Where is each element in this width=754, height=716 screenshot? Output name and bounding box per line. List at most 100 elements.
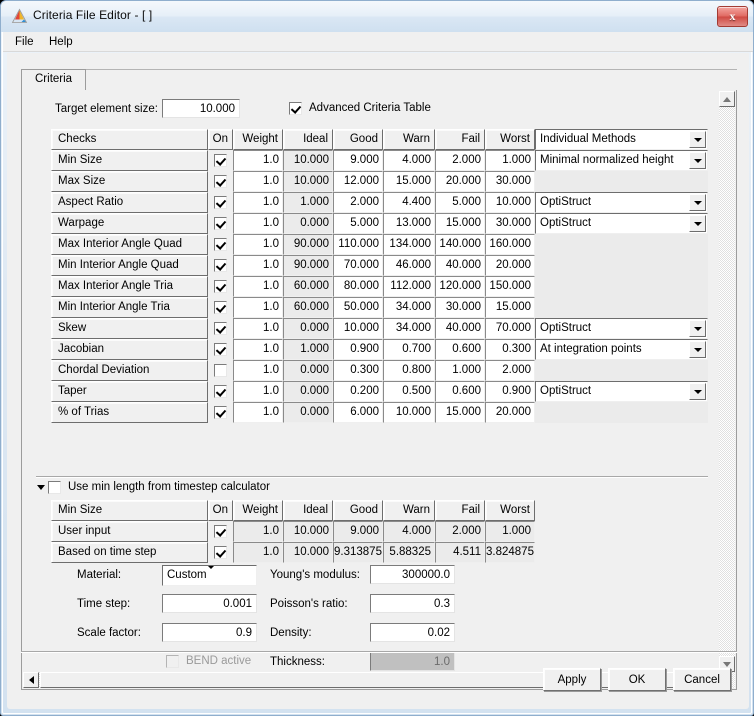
row-label-1[interactable]: Max Size bbox=[51, 171, 208, 192]
row-on-checkbox-12[interactable] bbox=[214, 406, 227, 419]
cell-warn-0[interactable]: 4.000 bbox=[383, 150, 435, 171]
row-method-select-arrow-0[interactable] bbox=[689, 152, 706, 169]
cell-good-9[interactable]: 0.900 bbox=[333, 339, 383, 360]
cell-ideal-8[interactable]: 0.000 bbox=[283, 318, 333, 339]
cell-warn-4[interactable]: 134.000 bbox=[383, 234, 435, 255]
row-method-select-11[interactable]: OptiStruct bbox=[535, 381, 708, 402]
cell-warn-8[interactable]: 34.000 bbox=[383, 318, 435, 339]
ts-column-header-ideal[interactable]: Ideal bbox=[283, 500, 333, 521]
row-method-select-arrow-2[interactable] bbox=[689, 194, 706, 211]
cell-warn-3[interactable]: 13.000 bbox=[383, 213, 435, 234]
cell-ideal-3[interactable]: 0.000 bbox=[283, 213, 333, 234]
cell-ideal-10[interactable]: 0.000 bbox=[283, 360, 333, 381]
row-method-select-arrow-3[interactable] bbox=[689, 215, 706, 232]
column-header-fail[interactable]: Fail bbox=[435, 129, 485, 150]
row-label-4[interactable]: Max Interior Angle Quad bbox=[51, 234, 208, 255]
cell-weight-11[interactable]: 1.0 bbox=[233, 381, 283, 402]
cell-fail-6[interactable]: 120.000 bbox=[435, 276, 485, 297]
row-method-select-8[interactable]: OptiStruct bbox=[535, 318, 708, 339]
column-header-weight[interactable]: Weight bbox=[233, 129, 283, 150]
cell-weight-3[interactable]: 1.0 bbox=[233, 213, 283, 234]
cell-ideal-6[interactable]: 60.000 bbox=[283, 276, 333, 297]
row-label-6[interactable]: Max Interior Angle Tria bbox=[51, 276, 208, 297]
cell-weight-8[interactable]: 1.0 bbox=[233, 318, 283, 339]
row-method-select-arrow-9[interactable] bbox=[689, 341, 706, 358]
cell-ideal-0[interactable]: 10.000 bbox=[283, 150, 333, 171]
cancel-button[interactable]: Cancel bbox=[673, 668, 731, 691]
row-method-select-arrow-11[interactable] bbox=[689, 383, 706, 400]
column-header-good[interactable]: Good bbox=[333, 129, 383, 150]
cell-good-6[interactable]: 80.000 bbox=[333, 276, 383, 297]
column-header-ideal[interactable]: Ideal bbox=[283, 129, 333, 150]
cell-worst-2[interactable]: 10.000 bbox=[485, 192, 535, 213]
material-select-arrow[interactable] bbox=[207, 565, 215, 581]
cell-worst-3[interactable]: 30.000 bbox=[485, 213, 535, 234]
cell-ideal-5[interactable]: 90.000 bbox=[283, 255, 333, 276]
poissons-ratio-input[interactable]: 0.3 bbox=[370, 594, 455, 613]
cell-good-4[interactable]: 110.000 bbox=[333, 234, 383, 255]
cell-weight-10[interactable]: 1.0 bbox=[233, 360, 283, 381]
method-column-select[interactable]: Individual Methods bbox=[535, 129, 708, 150]
advanced-criteria-table-checkbox[interactable] bbox=[289, 102, 302, 115]
cell-weight-5[interactable]: 1.0 bbox=[233, 255, 283, 276]
row-on-checkbox-6[interactable] bbox=[214, 280, 227, 293]
close-button[interactable]: x bbox=[717, 6, 748, 27]
cell-good-2[interactable]: 2.000 bbox=[333, 192, 383, 213]
ts-column-header-on[interactable]: On bbox=[208, 500, 233, 521]
row-label-3[interactable]: Warpage bbox=[51, 213, 208, 234]
timestep-collapse-toggle-icon[interactable] bbox=[37, 485, 45, 490]
cell-fail-4[interactable]: 140.000 bbox=[435, 234, 485, 255]
ts-row-label-1[interactable]: Based on time step bbox=[51, 542, 208, 563]
horizontal-scroll-thumb[interactable] bbox=[40, 672, 702, 688]
cell-ideal-9[interactable]: 1.000 bbox=[283, 339, 333, 360]
cell-fail-1[interactable]: 20.000 bbox=[435, 171, 485, 192]
menu-item-help[interactable]: Help bbox=[45, 35, 77, 49]
cell-good-12[interactable]: 6.000 bbox=[333, 402, 383, 423]
row-on-checkbox-1[interactable] bbox=[214, 175, 227, 188]
row-label-9[interactable]: Jacobian bbox=[51, 339, 208, 360]
target-element-size-input[interactable]: 10.000 bbox=[162, 99, 240, 118]
cell-worst-1[interactable]: 30.000 bbox=[485, 171, 535, 192]
row-label-11[interactable]: Taper bbox=[51, 381, 208, 402]
menu-item-file[interactable]: File bbox=[11, 35, 38, 49]
column-header-checks[interactable]: Checks bbox=[51, 129, 208, 150]
cell-worst-6[interactable]: 150.000 bbox=[485, 276, 535, 297]
cell-fail-5[interactable]: 40.000 bbox=[435, 255, 485, 276]
ts-column-header-minsize[interactable]: Min Size bbox=[51, 500, 208, 521]
material-select[interactable]: Custom bbox=[162, 565, 257, 586]
cell-fail-9[interactable]: 0.600 bbox=[435, 339, 485, 360]
row-label-2[interactable]: Aspect Ratio bbox=[51, 192, 208, 213]
cell-worst-8[interactable]: 70.000 bbox=[485, 318, 535, 339]
cell-worst-11[interactable]: 0.900 bbox=[485, 381, 535, 402]
cell-weight-9[interactable]: 1.0 bbox=[233, 339, 283, 360]
ts-column-header-fail[interactable]: Fail bbox=[435, 500, 485, 521]
cell-ideal-7[interactable]: 60.000 bbox=[283, 297, 333, 318]
row-method-select-arrow-8[interactable] bbox=[689, 320, 706, 337]
scroll-left-button[interactable] bbox=[23, 672, 39, 688]
ts-column-header-good[interactable]: Good bbox=[333, 500, 383, 521]
row-label-10[interactable]: Chordal Deviation bbox=[51, 360, 208, 381]
cell-weight-1[interactable]: 1.0 bbox=[233, 171, 283, 192]
cell-weight-12[interactable]: 1.0 bbox=[233, 402, 283, 423]
cell-warn-12[interactable]: 10.000 bbox=[383, 402, 435, 423]
cell-ideal-12[interactable]: 0.000 bbox=[283, 402, 333, 423]
cell-warn-1[interactable]: 15.000 bbox=[383, 171, 435, 192]
row-label-8[interactable]: Skew bbox=[51, 318, 208, 339]
row-label-0[interactable]: Min Size bbox=[51, 150, 208, 171]
row-method-select-3[interactable]: OptiStruct bbox=[535, 213, 708, 234]
ts-row-label-0[interactable]: User input bbox=[51, 521, 208, 542]
ts-column-header-warn[interactable]: Warn bbox=[383, 500, 435, 521]
cell-good-7[interactable]: 50.000 bbox=[333, 297, 383, 318]
youngs-modulus-input[interactable]: 300000.0 bbox=[370, 565, 455, 584]
column-header-warn[interactable]: Warn bbox=[383, 129, 435, 150]
apply-button[interactable]: Apply bbox=[543, 668, 601, 691]
cell-fail-8[interactable]: 40.000 bbox=[435, 318, 485, 339]
time-step-input[interactable]: 0.001 bbox=[162, 594, 257, 613]
row-on-checkbox-3[interactable] bbox=[214, 217, 227, 230]
row-label-7[interactable]: Min Interior Angle Tria bbox=[51, 297, 208, 318]
cell-fail-10[interactable]: 1.000 bbox=[435, 360, 485, 381]
cell-worst-10[interactable]: 2.000 bbox=[485, 360, 535, 381]
scroll-up-button[interactable] bbox=[719, 91, 735, 107]
cell-good-10[interactable]: 0.300 bbox=[333, 360, 383, 381]
cell-good-1[interactable]: 12.000 bbox=[333, 171, 383, 192]
